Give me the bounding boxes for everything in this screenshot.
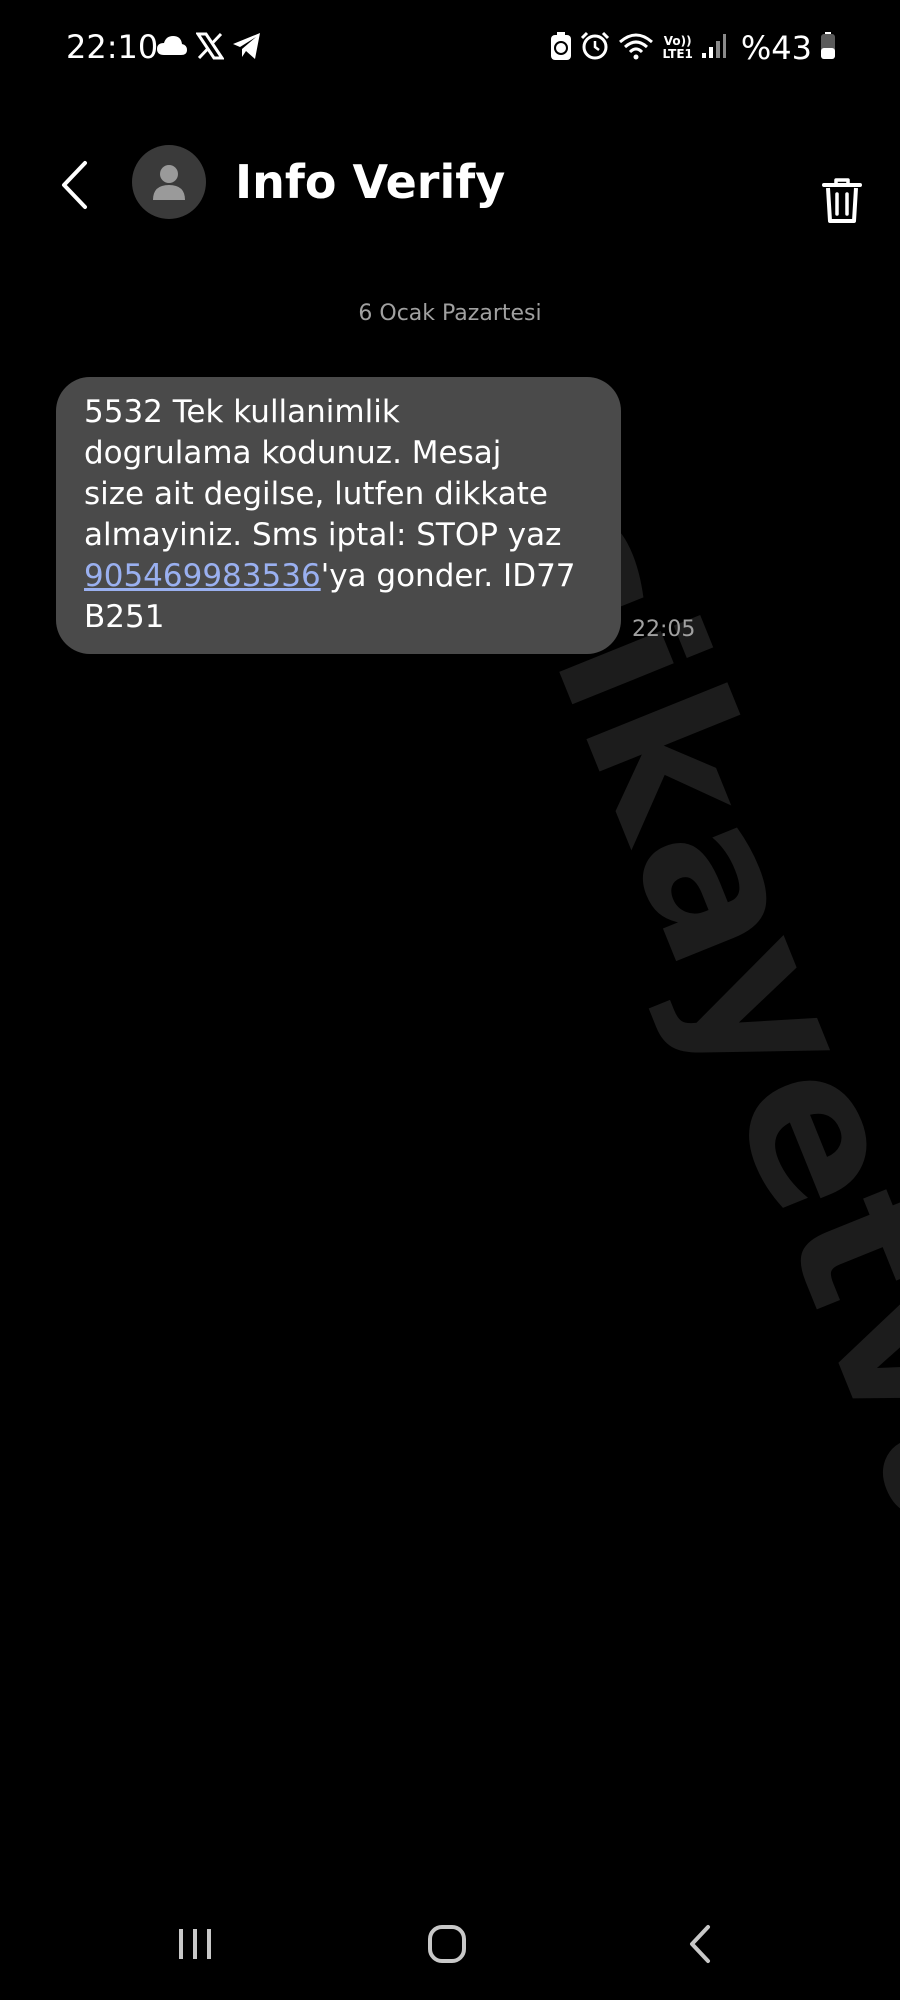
message-line: 5532 Tek kullanimlik — [84, 394, 400, 430]
message-timestamp: 22:05 — [632, 617, 696, 642]
back-nav-button[interactable] — [660, 1914, 740, 1974]
delete-button[interactable] — [816, 172, 868, 230]
message-line: almayiniz. Sms iptal: STOP yaz — [84, 517, 562, 553]
watermark: şikayetvar — [462, 472, 900, 1687]
wifi-icon — [618, 32, 654, 64]
person-icon — [153, 165, 185, 200]
contact-name[interactable]: Info Verify — [235, 154, 505, 210]
conversation-header: Info Verify — [0, 130, 900, 240]
home-button[interactable] — [407, 1914, 487, 1974]
recent-apps-button[interactable] — [155, 1914, 235, 1974]
back-button[interactable] — [46, 152, 102, 218]
message-line: size ait degilse, lutfen dikkate — [84, 476, 548, 512]
chevron-left-icon — [62, 161, 87, 209]
message-line: dogrulama kodunuz. Mesaj — [84, 435, 502, 471]
back-nav-icon — [690, 1925, 710, 1963]
avatar[interactable] — [132, 145, 206, 219]
navigation-bar — [0, 1900, 900, 1990]
battery-percent: %43 — [740, 29, 812, 67]
message-line: 905469983536'ya gonder. ID77 — [84, 556, 595, 597]
volte-icon: Vo)) LTE1 — [662, 35, 692, 61]
message-line: B251 — [84, 599, 165, 635]
date-separator: 6 Ocak Pazartesi — [358, 301, 542, 326]
x-logo-icon — [195, 32, 225, 64]
signal-icon — [701, 33, 727, 63]
battery-icon — [820, 32, 836, 64]
status-left-icons — [156, 30, 262, 66]
recent-apps-icon — [179, 1929, 211, 1959]
battery-saver-icon — [550, 31, 572, 65]
telegram-icon — [232, 32, 262, 64]
trash-icon — [822, 178, 862, 223]
message-bubble[interactable]: 5532 Tek kullanimlik dogrulama kodunuz. … — [56, 377, 621, 654]
phone-number-link[interactable]: 905469983536 — [84, 558, 321, 594]
cloud-icon — [156, 35, 188, 61]
message-text-after-link: 'ya gonder. ID77 — [320, 558, 576, 594]
status-time: 22:10 — [66, 28, 159, 66]
alarm-icon — [580, 31, 610, 65]
status-bar: 22:10 Vo)) LTE1 %43 — [0, 0, 900, 96]
lte-label: LTE1 — [662, 47, 693, 61]
home-icon — [428, 1925, 466, 1963]
status-right-icons: Vo)) LTE1 %43 — [550, 28, 836, 68]
